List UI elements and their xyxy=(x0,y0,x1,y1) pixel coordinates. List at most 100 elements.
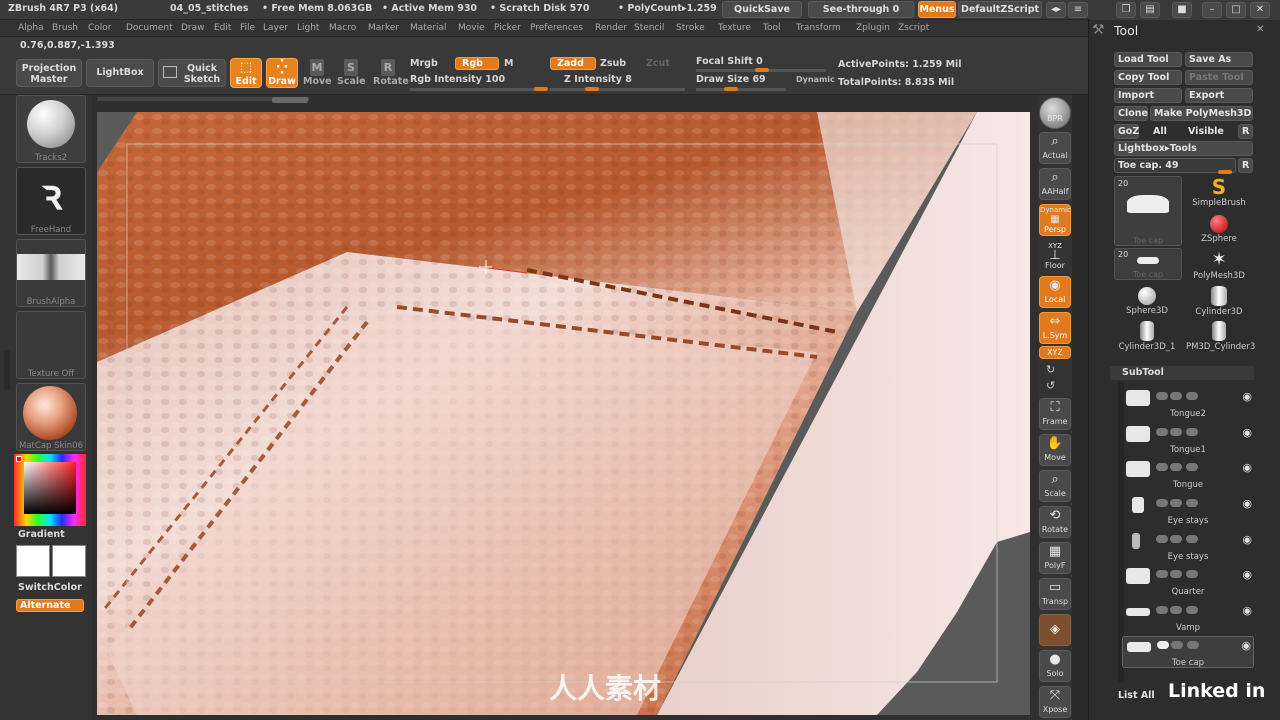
zsub-button[interactable]: Zsub xyxy=(600,58,626,69)
copy-tool-button[interactable]: Copy Tool xyxy=(1114,70,1182,85)
mrgb-button[interactable]: Mrgb xyxy=(410,58,438,69)
menu-zplugin[interactable]: Zplugin xyxy=(856,23,890,33)
main-color-swatch[interactable] xyxy=(16,545,50,577)
eye-icon[interactable]: ◉ xyxy=(1242,461,1252,474)
menu-edit[interactable]: Edit xyxy=(214,23,231,33)
menu-zscript[interactable]: Zscript xyxy=(898,23,929,33)
tray-handle[interactable] xyxy=(4,350,10,390)
eye-icon[interactable]: ◉ xyxy=(1241,639,1251,652)
load-tool-button[interactable]: Load Tool xyxy=(1114,52,1182,67)
projection-master-button[interactable]: Projection Master xyxy=(16,59,82,87)
floor-button[interactable]: XYZ ⊥ Floor xyxy=(1039,240,1071,272)
menu-color[interactable]: Color xyxy=(88,23,112,33)
list-all-button[interactable]: List All xyxy=(1114,688,1158,703)
edit-button[interactable]: ⬚ Edit xyxy=(230,58,262,88)
rgb-intensity-knob[interactable] xyxy=(534,87,548,91)
arrows-icon[interactable]: ◂▸ xyxy=(1046,2,1066,18)
local-button[interactable]: ◉ Local xyxy=(1039,276,1071,308)
actual-button[interactable]: ⌕ Actual xyxy=(1039,132,1071,164)
3d-viewport[interactable]: 人人素材 xyxy=(97,112,1030,715)
rgb-button[interactable]: Rgb xyxy=(455,57,499,70)
switch-color-button[interactable]: SwitchColor xyxy=(18,582,82,593)
import-button[interactable]: Import xyxy=(1114,88,1182,103)
menu-transform[interactable]: Transform xyxy=(796,23,841,33)
lightbox-button[interactable]: LightBox xyxy=(86,59,154,87)
subtool-toggle[interactable] xyxy=(1187,641,1199,649)
z-intensity-track[interactable] xyxy=(550,88,685,91)
eye-icon[interactable]: ◉ xyxy=(1242,390,1252,403)
lsym-button[interactable]: ⇔ L.Sym xyxy=(1039,312,1071,344)
solo-button[interactable]: ● Solo xyxy=(1039,650,1071,682)
color-square[interactable] xyxy=(24,462,76,514)
tool-tile-toe-cap-2[interactable]: 20 Toe cap xyxy=(1114,248,1182,280)
menus-button[interactable]: Menus xyxy=(918,1,956,18)
rotate-z-icon[interactable]: ↺ xyxy=(1046,379,1055,392)
ghost-button[interactable]: ◈ xyxy=(1039,614,1071,646)
tool-r-button[interactable]: R xyxy=(1238,158,1253,173)
menu-light[interactable]: Light xyxy=(297,23,319,33)
z-intensity-knob[interactable] xyxy=(585,87,599,91)
tool-tile-pm3d-cylinder[interactable]: PM3D_Cylinder3 xyxy=(1186,320,1255,354)
subtool-toggle[interactable] xyxy=(1171,641,1183,649)
tool-tile-sphere3d[interactable]: Sphere3D xyxy=(1114,285,1180,319)
xpose-button[interactable]: ⤧ Xpose xyxy=(1039,686,1071,718)
aahalf-button[interactable]: ⌕ AAHalf xyxy=(1039,168,1071,200)
shoe-model-render[interactable] xyxy=(97,112,1030,715)
tool-palette-title[interactable]: Tool xyxy=(1114,23,1138,38)
clone-button[interactable]: Clone xyxy=(1114,106,1148,121)
see-through-slider[interactable]: See-through 0 xyxy=(808,1,914,18)
subtool-toggle[interactable] xyxy=(1156,499,1168,507)
paste-tool-button[interactable]: Paste Tool xyxy=(1185,70,1253,85)
tool-tile-simplebrush[interactable]: S SimpleBrush xyxy=(1186,176,1252,210)
tool-tile-toe-cap[interactable]: 20 Toe cap xyxy=(1114,176,1182,246)
zadd-button[interactable]: Zadd xyxy=(550,57,596,70)
quicksave-button[interactable]: QuickSave xyxy=(722,1,802,18)
subtool-toggle[interactable] xyxy=(1186,499,1198,507)
eye-icon[interactable]: ◉ xyxy=(1242,604,1252,617)
scale-button[interactable]: S Scale xyxy=(336,58,366,88)
menu-file[interactable]: File xyxy=(240,23,255,33)
subtool-toggle[interactable] xyxy=(1186,463,1198,471)
subtool-header[interactable]: SubTool xyxy=(1110,366,1254,380)
tool-tile-zsphere[interactable]: ZSphere xyxy=(1186,213,1252,247)
menu-material[interactable]: Material xyxy=(410,23,447,33)
dynamic-button[interactable]: Dynamic xyxy=(796,75,835,84)
tool-tile-cylinder3d[interactable]: Cylinder3D xyxy=(1186,285,1252,319)
draw-size-slider[interactable]: Draw Size 69 xyxy=(696,74,766,85)
z-intensity-slider[interactable]: Z Intensity 8 xyxy=(564,74,632,85)
subtool-toggle[interactable] xyxy=(1170,463,1182,471)
texture-thumbnail[interactable]: Texture Off xyxy=(16,311,86,379)
subtool-toggle[interactable] xyxy=(1156,463,1168,471)
move-button[interactable]: M Move xyxy=(302,58,332,88)
frame-button[interactable]: ⛶ Frame xyxy=(1039,398,1071,430)
lightbox-tools-button[interactable]: Lightbox▸Tools xyxy=(1114,141,1253,156)
menu-stroke[interactable]: Stroke xyxy=(676,23,705,33)
subtool-toggle[interactable] xyxy=(1186,570,1198,578)
minimize-icon[interactable]: – xyxy=(1202,2,1222,18)
rotate-view-button[interactable]: ⟲ Rotate xyxy=(1039,506,1071,538)
rotate-button[interactable]: R Rotate xyxy=(372,58,409,88)
layout-icon[interactable]: ▤ xyxy=(1140,2,1160,18)
alternate-button[interactable]: Alternate xyxy=(16,599,84,612)
persp-button[interactable]: Dynamic ▦ Persp xyxy=(1039,204,1071,236)
rgb-intensity-track[interactable] xyxy=(410,88,546,91)
make-polymesh-button[interactable]: Make PolyMesh3D xyxy=(1150,106,1253,121)
menu-document[interactable]: Document xyxy=(126,23,173,33)
subtool-toggle[interactable] xyxy=(1186,535,1198,543)
menu-brush[interactable]: Brush xyxy=(52,23,78,33)
save-as-button[interactable]: Save As xyxy=(1185,52,1253,67)
material-thumbnail[interactable]: MatCap Skin06 xyxy=(16,383,86,451)
subtool-toggle[interactable] xyxy=(1170,606,1182,614)
color-picker[interactable] xyxy=(14,454,86,526)
menu-alpha[interactable]: Alpha xyxy=(18,23,44,33)
move-view-button[interactable]: ✋ Move xyxy=(1039,434,1071,466)
zcut-button[interactable]: Zcut xyxy=(646,58,670,69)
gradient-label[interactable]: Gradient xyxy=(18,529,65,540)
menu-macro[interactable]: Macro xyxy=(329,23,356,33)
scale-view-button[interactable]: ⌕ Scale xyxy=(1039,470,1071,502)
subtool-toggle[interactable] xyxy=(1170,392,1182,400)
xyz-button[interactable]: XYZ xyxy=(1039,346,1071,359)
visible-button[interactable]: Visible xyxy=(1184,124,1236,139)
goz-button[interactable]: GoZ xyxy=(1114,124,1139,139)
default-zscript-button[interactable]: DefaultZScript xyxy=(958,1,1042,18)
